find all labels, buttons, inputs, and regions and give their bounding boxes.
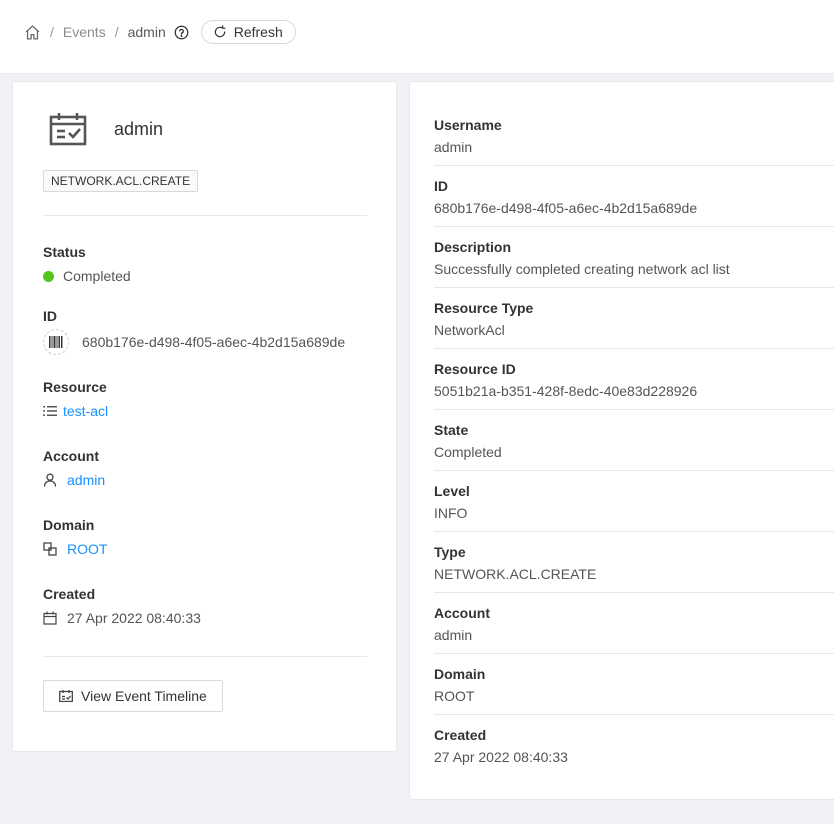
created-label: Created <box>43 586 96 602</box>
resource-label: Resource <box>43 379 107 395</box>
barcode-icon <box>43 329 69 355</box>
id-value: 680b176e-d498-4f05-a6ec-4b2d15a689de <box>82 334 346 350</box>
detail-value: NetworkAcl <box>434 322 505 338</box>
detail-value: admin <box>434 627 473 643</box>
detail-value: Completed <box>434 444 502 460</box>
unordered-list-icon <box>43 405 57 417</box>
status-label: Status <box>43 244 86 260</box>
detail-label: Domain <box>434 666 486 682</box>
detail-value: 680b176e-d498-4f05-a6ec-4b2d15a689de <box>434 200 698 216</box>
detail-username: Username admin <box>434 117 834 155</box>
detail-label: Resource Type <box>434 300 534 316</box>
divider <box>434 592 834 593</box>
detail-id: ID 680b176e-d498-4f05-a6ec-4b2d15a689de <box>434 178 834 216</box>
detail-resource-type: Resource Type NetworkAcl <box>434 300 834 338</box>
created-value: 27 Apr 2022 08:40:33 <box>67 610 201 626</box>
detail-state: State Completed <box>434 422 834 460</box>
top-bar: / Events / admin Refresh <box>0 0 834 74</box>
divider <box>434 348 834 349</box>
domain-field: Domain ROOT <box>43 517 373 557</box>
detail-value: Successfully completed creating network … <box>434 261 730 277</box>
divider <box>43 215 367 216</box>
detail-label: Type <box>434 544 466 560</box>
breadcrumb-current: admin <box>127 24 166 40</box>
detail-label: Description <box>434 239 512 255</box>
detail-account: Account admin <box>434 605 834 643</box>
divider <box>434 287 834 288</box>
divider <box>434 165 834 166</box>
domain-label: Domain <box>43 517 95 533</box>
detail-level: Level INFO <box>434 483 834 521</box>
resource-link[interactable]: test-acl <box>63 403 108 419</box>
id-label: ID <box>43 308 57 324</box>
detail-label: Created <box>434 727 487 743</box>
divider <box>434 409 834 410</box>
summary-header: admin <box>49 112 163 146</box>
detail-value: 27 Apr 2022 08:40:33 <box>434 749 568 765</box>
event-summary-card: admin NETWORK.ACL.CREATE Status Complete… <box>12 81 397 752</box>
detail-label: Account <box>434 605 490 621</box>
detail-domain: Domain ROOT <box>434 666 834 704</box>
status-dot-icon <box>43 270 54 282</box>
event-details-card: Username admin ID 680b176e-d498-4f05-a6e… <box>409 81 834 800</box>
divider <box>434 714 834 715</box>
domain-link[interactable]: ROOT <box>67 541 107 557</box>
breadcrumb: / Events / admin Refresh <box>24 20 296 44</box>
block-icon <box>43 542 57 556</box>
detail-label: ID <box>434 178 448 194</box>
id-field: ID 680b176e-d498-4f05-a6ec-4b2d15a689de <box>43 308 373 355</box>
detail-value: NETWORK.ACL.CREATE <box>434 566 597 582</box>
account-field: Account admin <box>43 448 373 488</box>
home-icon[interactable] <box>24 24 41 41</box>
status-field: Status Completed <box>43 244 373 284</box>
account-label: Account <box>43 448 99 464</box>
detail-description: Description Successfully completed creat… <box>434 239 834 277</box>
calendar-check-icon <box>49 112 87 146</box>
divider <box>434 653 834 654</box>
created-field: Created 27 Apr 2022 08:40:33 <box>43 586 373 626</box>
resource-field: Resource test-acl <box>43 379 373 419</box>
detail-label: State <box>434 422 469 438</box>
detail-label: Level <box>434 483 470 499</box>
breadcrumb-events[interactable]: Events <box>63 24 106 40</box>
detail-label: Username <box>434 117 502 133</box>
refresh-label: Refresh <box>233 24 283 40</box>
view-event-timeline-label: View Event Timeline <box>81 688 207 704</box>
question-circle-icon[interactable] <box>174 25 189 40</box>
detail-value: INFO <box>434 505 468 521</box>
event-title: admin <box>114 118 164 139</box>
detail-value: admin <box>434 139 473 155</box>
reload-icon <box>214 25 226 38</box>
account-link[interactable]: admin <box>67 472 105 488</box>
timeline-calendar-icon <box>59 690 73 702</box>
divider <box>434 470 834 471</box>
event-type-tag: NETWORK.ACL.CREATE <box>43 170 199 192</box>
divider <box>434 226 834 227</box>
detail-value: ROOT <box>434 688 475 704</box>
calendar-icon <box>43 611 57 625</box>
status-value: Completed <box>63 268 131 284</box>
divider <box>434 531 834 532</box>
divider <box>43 656 367 657</box>
breadcrumb-separator: / <box>114 24 119 40</box>
detail-label: Resource ID <box>434 361 516 377</box>
detail-type: Type NETWORK.ACL.CREATE <box>434 544 834 582</box>
breadcrumb-separator: / <box>50 24 54 40</box>
user-icon <box>43 473 57 487</box>
detail-created: Created 27 Apr 2022 08:40:33 <box>434 727 834 765</box>
detail-value: 5051b21a-b351-428f-8edc-40e83d228926 <box>434 383 698 399</box>
view-event-timeline-button[interactable]: View Event Timeline <box>43 680 223 712</box>
refresh-button[interactable]: Refresh <box>200 20 296 44</box>
detail-resource-id: Resource ID 5051b21a-b351-428f-8edc-40e8… <box>434 361 834 399</box>
